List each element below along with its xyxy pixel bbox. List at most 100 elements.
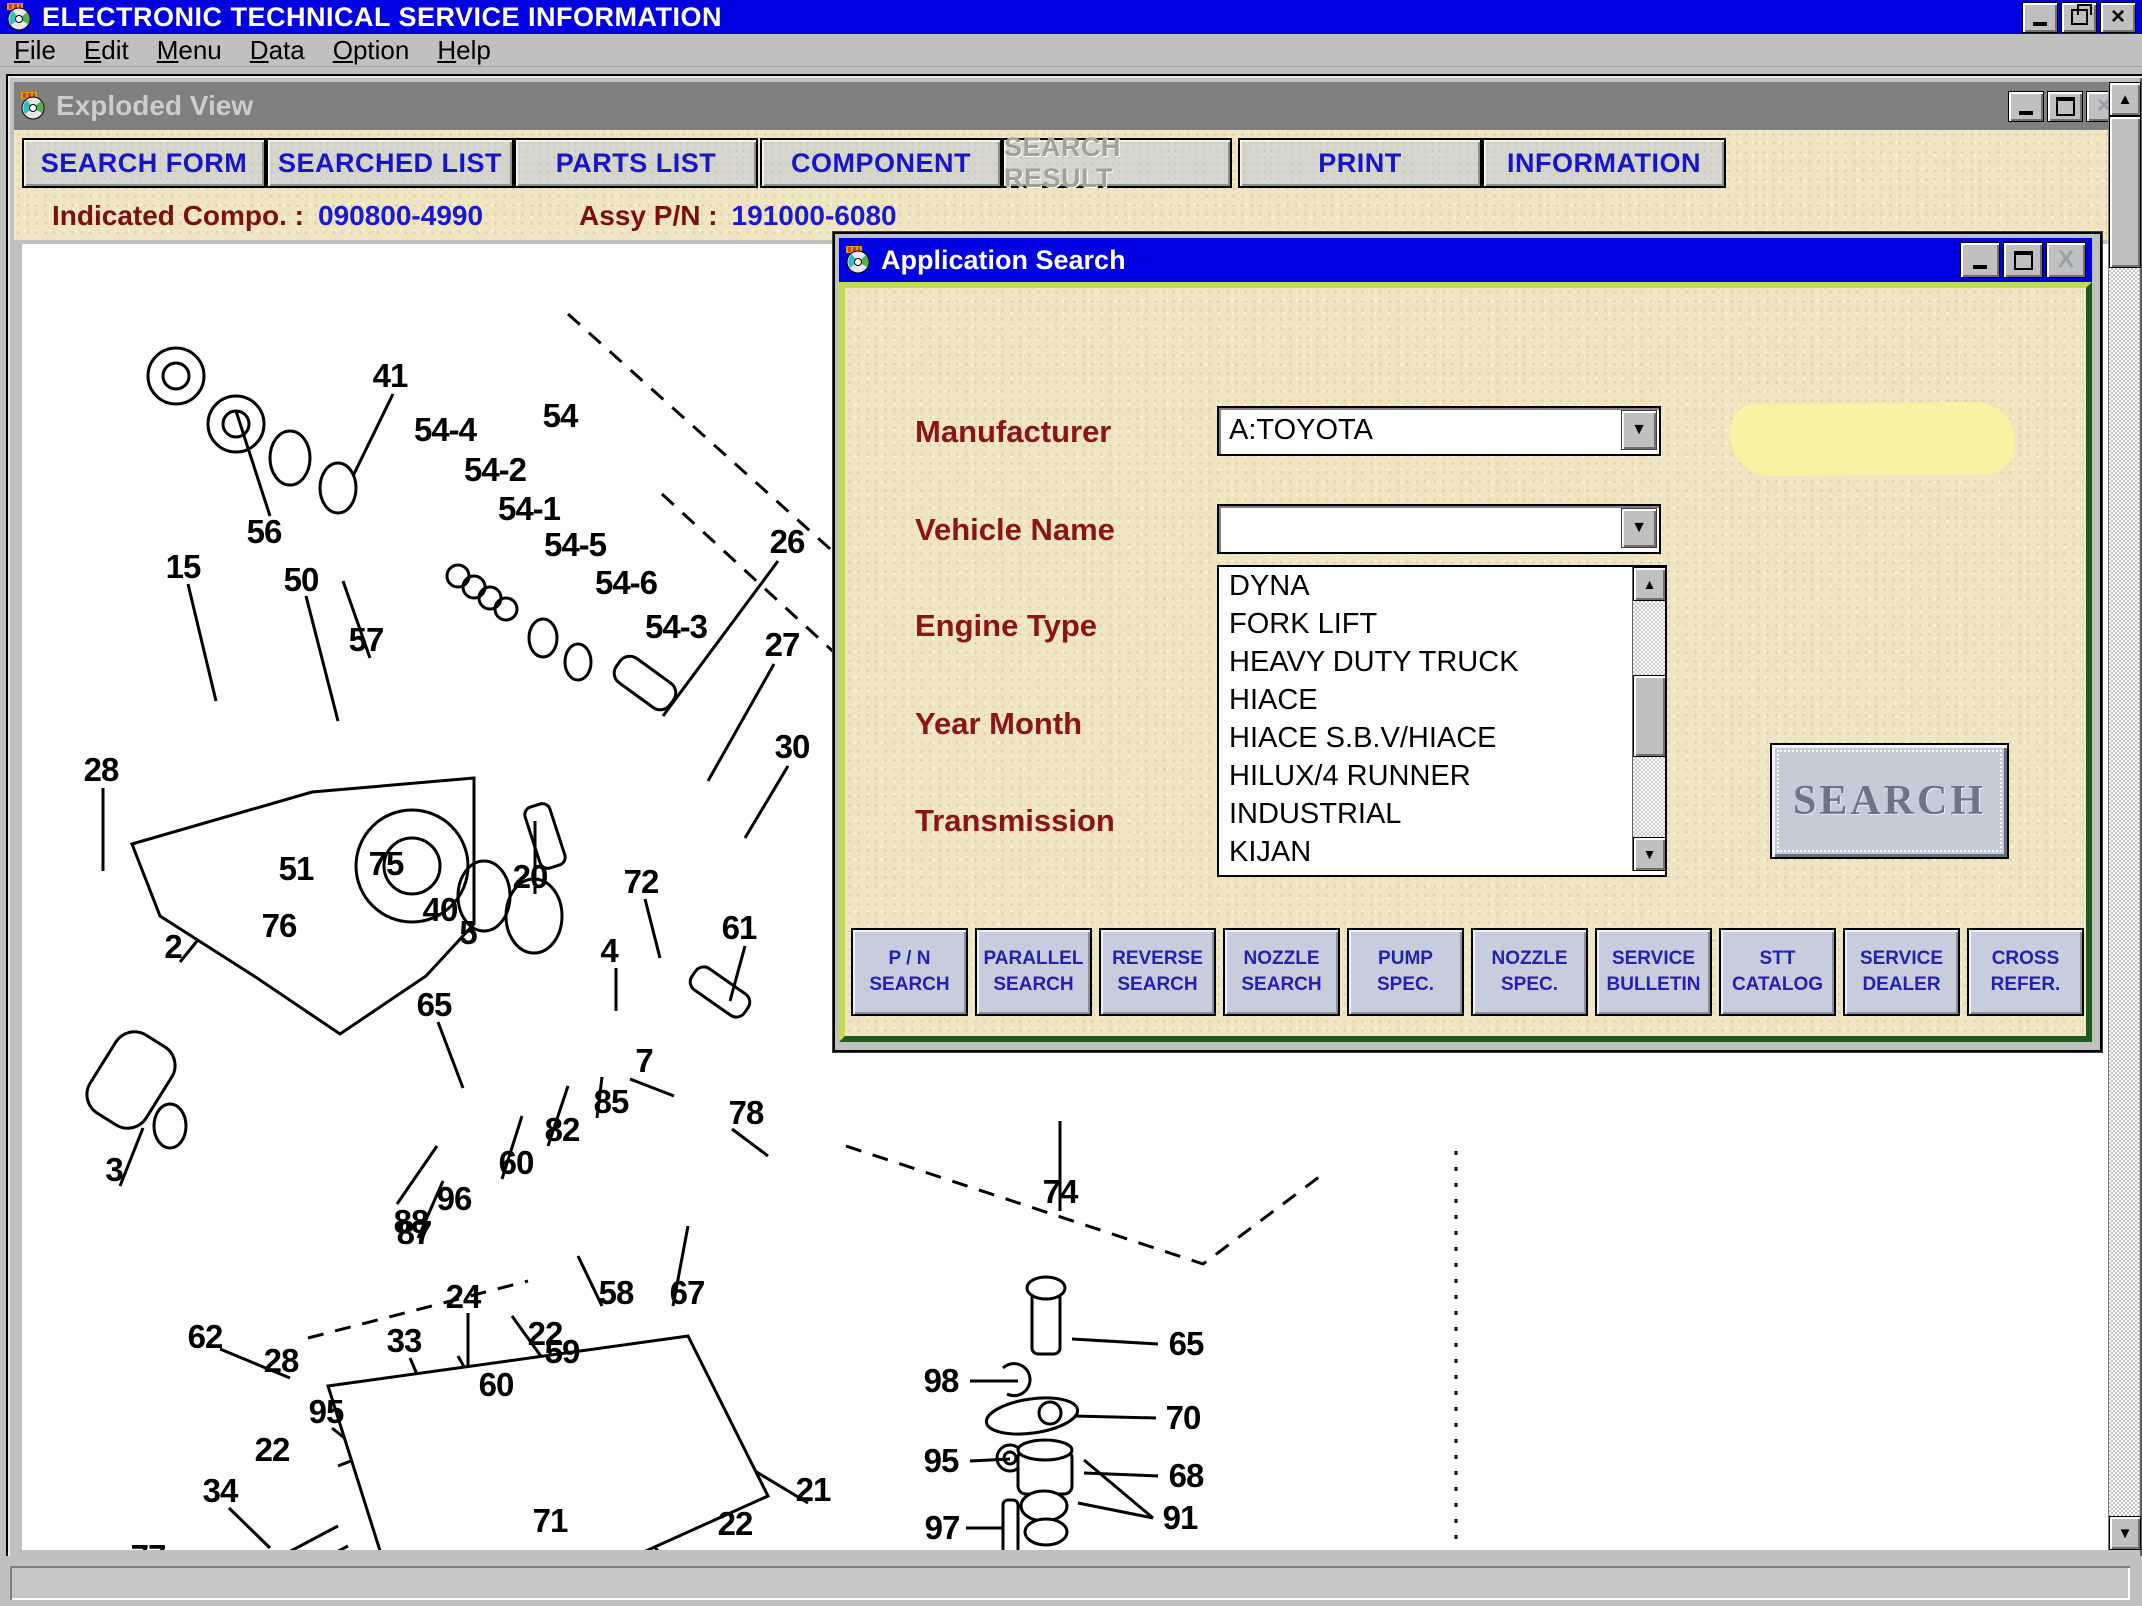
part-label-60: 60 <box>479 1366 514 1404</box>
part-label-26: 26 <box>770 523 805 561</box>
part-label-15: 15 <box>166 548 201 586</box>
cross-refer-button[interactable]: CROSSREFER. <box>1967 928 2084 1016</box>
part-label-51: 51 <box>279 850 314 888</box>
toolbar-button-information[interactable]: INFORMATION <box>1482 138 1726 188</box>
vehicle-name-list[interactable]: DYNAFORK LIFTHEAVY DUTY TRUCKHIACEHIACE … <box>1217 565 1667 877</box>
exploded-view-title: Exploded View <box>56 90 253 122</box>
menu-item-data[interactable]: Data <box>250 35 305 66</box>
part-label-3: 3 <box>105 1151 122 1189</box>
part-label-85: 85 <box>594 1083 629 1121</box>
part-label-33: 33 <box>387 1322 422 1360</box>
menu-item-edit[interactable]: Edit <box>84 35 129 66</box>
part-label-58: 58 <box>599 1274 634 1312</box>
scrollbar-thumb[interactable] <box>2109 116 2141 268</box>
part-label-62: 62 <box>188 1318 223 1356</box>
vehicle-list-item[interactable]: DYNA <box>1219 567 1665 605</box>
stt-catalog-button[interactable]: STTCATALOG <box>1719 928 1836 1016</box>
part-label-54-6: 54-6 <box>595 564 657 602</box>
toolbar-button-print[interactable]: PRINT <box>1238 138 1482 188</box>
dialog-icon <box>845 246 873 274</box>
dialog-titlebar: Application Search X <box>839 238 2092 282</box>
nozzle-spec-button[interactable]: NOZZLESPEC. <box>1471 928 1588 1016</box>
ev-maximize-button[interactable] <box>2047 91 2083 122</box>
ev-minimize-button[interactable] <box>2008 91 2044 122</box>
part-label-5: 5 <box>459 914 476 952</box>
vehicle-name-label: Vehicle Name <box>915 512 1115 548</box>
vehicle-list-scrollbar[interactable]: ▲ ▼ <box>1632 567 1665 871</box>
vehicle-list-item[interactable]: HIACE <box>1219 681 1665 719</box>
part-label-71: 71 <box>533 1502 568 1540</box>
part-label-54-5: 54-5 <box>544 526 606 564</box>
list-scrollbar-thumb[interactable] <box>1633 675 1666 757</box>
exploded-view-titlebar: Exploded View × <box>14 82 2132 130</box>
dialog-close-button[interactable]: X <box>2046 242 2086 278</box>
menu-bar: File Edit Menu Data Option Help <box>0 34 2142 67</box>
menu-item-help[interactable]: Help <box>437 35 490 66</box>
part-label-67: 67 <box>670 1274 705 1312</box>
part-label-97: 97 <box>925 1509 960 1547</box>
part-label-70: 70 <box>1166 1399 1201 1437</box>
vehicle-list-item[interactable]: HEAVY DUTY TRUCK <box>1219 643 1665 681</box>
part-label-78: 78 <box>729 1094 764 1132</box>
vehicle-list-item[interactable]: INDUSTRIAL <box>1219 795 1665 833</box>
reverse-search-button[interactable]: REVERSESEARCH <box>1099 928 1216 1016</box>
part-label-41: 41 <box>373 357 408 395</box>
app-icon <box>6 3 34 31</box>
vehicle-name-combobox[interactable]: ▼ <box>1217 504 1661 554</box>
minimize-button[interactable] <box>2022 2 2058 33</box>
toolbar-button-searched-list[interactable]: SEARCHED LIST <box>266 138 514 188</box>
part-label-91: 91 <box>1163 1499 1198 1537</box>
dialog-button-row: P / NSEARCHPARALLELSEARCHREVERSESEARCHNO… <box>845 928 2086 1028</box>
dialog-minimize-button[interactable] <box>1960 242 2000 278</box>
vehicle-list-item[interactable]: HIACE S.B.V/HIACE <box>1219 719 1665 757</box>
vehicle-list-item[interactable]: HILUX/4 RUNNER <box>1219 757 1665 795</box>
transmission-label: Transmission <box>915 803 1115 839</box>
restore-button[interactable] <box>2061 2 2097 33</box>
part-label-77: 77 <box>131 1538 166 1550</box>
toolbar-button-component[interactable]: COMPONENT <box>760 138 1002 188</box>
indicated-compo-label: Indicated Compo. : <box>52 200 304 232</box>
part-label-2: 2 <box>164 928 181 966</box>
engine-type-label: Engine Type <box>915 608 1097 644</box>
scroll-down-button[interactable]: ▼ <box>2109 1516 2141 1550</box>
menu-item-menu[interactable]: Menu <box>157 35 222 66</box>
toolbar-button-search-result: SEARCH RESULT <box>1002 138 1232 188</box>
vehicle-list-item[interactable]: KIJAN <box>1219 833 1665 871</box>
application-search-dialog: Application Search X Manufacturer Vehicl… <box>833 232 2102 1052</box>
part-label-24: 24 <box>446 1278 481 1316</box>
list-scroll-down-button[interactable]: ▼ <box>1633 837 1666 871</box>
part-label-72: 72 <box>624 863 659 901</box>
menu-item-option[interactable]: Option <box>333 35 410 66</box>
part-label-57: 57 <box>349 621 384 659</box>
close-button[interactable]: × <box>2100 2 2136 33</box>
search-button[interactable]: SEARCH <box>1770 743 2009 859</box>
p-n-search-button[interactable]: P / NSEARCH <box>851 928 968 1016</box>
assy-pn-label: Assy P/N : <box>579 200 718 232</box>
part-label-68: 68 <box>1169 1457 1204 1495</box>
part-label-61: 61 <box>722 909 757 947</box>
part-label-95: 95 <box>309 1393 344 1431</box>
service-bulletin-button[interactable]: SERVICEBULLETIN <box>1595 928 1712 1016</box>
manufacturer-dropdown-button[interactable]: ▼ <box>1621 410 1657 450</box>
part-label-27: 27 <box>765 626 800 664</box>
vehicle-list-items: DYNAFORK LIFTHEAVY DUTY TRUCKHIACEHIACE … <box>1219 567 1665 871</box>
part-label-7: 7 <box>635 1042 652 1080</box>
pump-spec-button[interactable]: PUMPSPEC. <box>1347 928 1464 1016</box>
part-label-50: 50 <box>284 561 319 599</box>
part-label-95: 95 <box>924 1442 959 1480</box>
nozzle-search-button[interactable]: NOZZLESEARCH <box>1223 928 1340 1016</box>
toolbar-button-parts-list[interactable]: PARTS LIST <box>514 138 758 188</box>
vehicle-name-dropdown-button[interactable]: ▼ <box>1621 508 1657 548</box>
part-label-34: 34 <box>203 1472 238 1510</box>
parallel-search-button[interactable]: PARALLELSEARCH <box>975 928 1092 1016</box>
menu-item-file[interactable]: File <box>14 35 56 66</box>
list-scroll-up-button[interactable]: ▲ <box>1633 567 1666 601</box>
dialog-maximize-button[interactable] <box>2003 242 2043 278</box>
part-label-54-3: 54-3 <box>645 608 707 646</box>
vertical-scrollbar[interactable]: ▲ ▼ <box>2108 82 2139 1550</box>
scroll-up-button[interactable]: ▲ <box>2109 82 2141 116</box>
toolbar-button-search-form[interactable]: SEARCH FORM <box>22 138 266 188</box>
vehicle-list-item[interactable]: FORK LIFT <box>1219 605 1665 643</box>
manufacturer-combobox[interactable]: A:TOYOTA ▼ <box>1217 406 1661 456</box>
service-dealer-button[interactable]: SERVICEDEALER <box>1843 928 1960 1016</box>
